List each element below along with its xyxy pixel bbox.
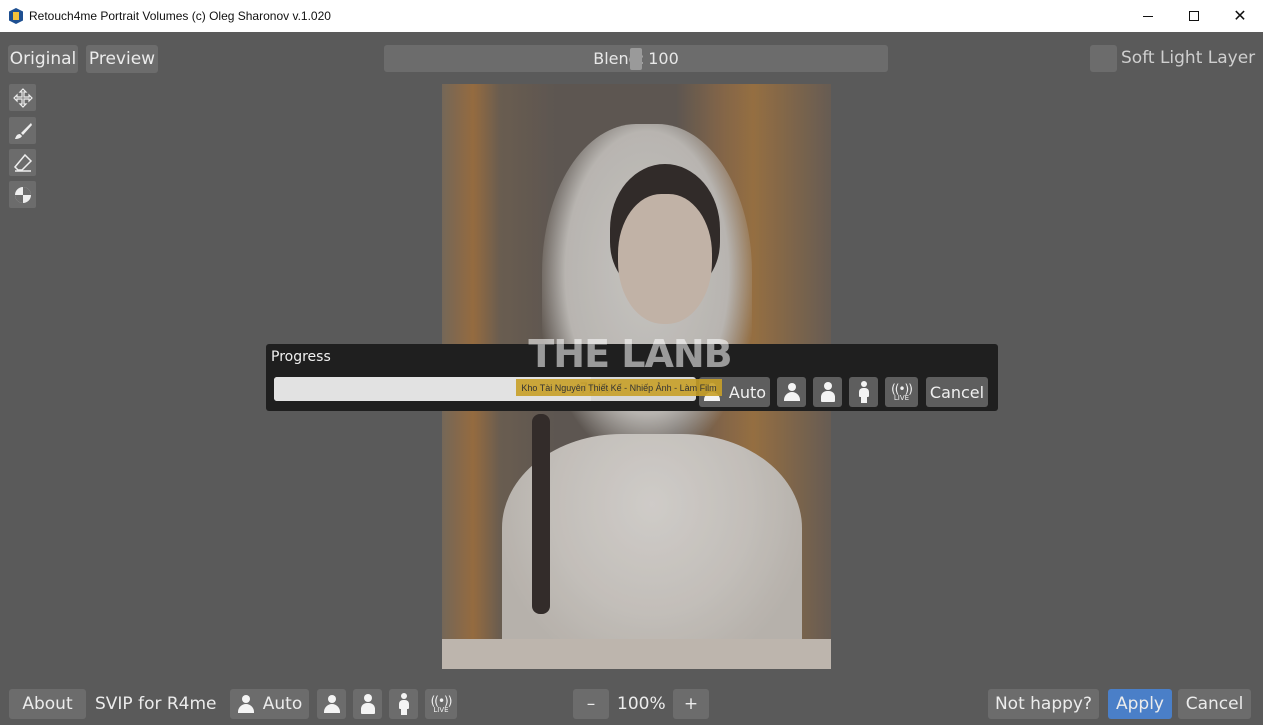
cancel-button[interactable]: Cancel [1178, 689, 1251, 719]
eraser-icon [13, 153, 32, 172]
minimize-button[interactable] [1125, 0, 1171, 32]
zoom-out-button[interactable]: – [573, 689, 609, 719]
close-icon: ✕ [1233, 8, 1247, 25]
zoom-in-button[interactable]: + [673, 689, 709, 719]
half-body-button[interactable] [353, 689, 382, 719]
full-body-icon [858, 381, 869, 403]
watermark-tagline: Kho Tài Nguyên Thiết Kế - Nhiếp Ảnh - Là… [516, 379, 722, 396]
original-button[interactable]: Original [8, 45, 78, 73]
svip-label: SVIP for R4me [95, 694, 217, 714]
preview-button[interactable]: Preview [86, 45, 158, 73]
mask-icon [14, 186, 31, 203]
progress-headshot-button[interactable] [777, 377, 806, 407]
title-bar: Retouch4me Portrait Volumes (c) Oleg Sha… [0, 0, 1263, 32]
live-icon: ((•)) LIVE [891, 381, 913, 402]
about-button[interactable]: About [9, 689, 86, 719]
mask-tool-button[interactable] [9, 181, 36, 208]
app-logo-icon [9, 8, 23, 24]
maximize-icon [1189, 11, 1199, 21]
window-controls: ✕ [1125, 0, 1263, 32]
progress-full-body-button[interactable] [849, 377, 878, 407]
maximize-button[interactable] [1171, 0, 1217, 32]
full-body-button[interactable] [389, 689, 418, 719]
progress-cancel-button[interactable]: Cancel [926, 377, 988, 407]
headshot-icon [323, 695, 341, 713]
progress-title: Progress [271, 349, 331, 365]
full-body-icon [398, 693, 409, 715]
brush-icon [14, 122, 32, 139]
eraser-tool-button[interactable] [9, 149, 36, 176]
auto-mode-button[interactable]: Auto [230, 689, 309, 719]
minimize-icon [1143, 15, 1153, 17]
apply-button[interactable]: Apply [1108, 689, 1172, 719]
zoom-level: 100% [617, 694, 666, 714]
window-title: Retouch4me Portrait Volumes (c) Oleg Sha… [29, 9, 331, 23]
progress-live-button[interactable]: ((•)) LIVE [885, 377, 918, 407]
headshot-icon [783, 383, 801, 401]
half-body-icon [820, 382, 835, 402]
brush-tool-button[interactable] [9, 117, 36, 144]
progress-auto-label: Auto [728, 382, 767, 402]
live-button[interactable]: ((•)) LIVE [425, 689, 457, 719]
live-icon: ((•)) LIVE [430, 693, 453, 714]
auto-mode-label: Auto [262, 694, 303, 714]
soft-light-label: Soft Light Layer [1121, 48, 1256, 68]
move-icon [12, 87, 33, 108]
soft-light-checkbox[interactable] [1090, 45, 1117, 72]
close-button[interactable]: ✕ [1217, 0, 1263, 32]
progress-half-body-button[interactable] [813, 377, 842, 407]
watermark-brand: THE LANB [528, 332, 732, 376]
move-tool-button[interactable] [9, 84, 36, 111]
headshot-button[interactable] [317, 689, 346, 719]
half-body-icon [360, 694, 375, 714]
not-happy-button[interactable]: Not happy? [988, 689, 1099, 719]
blend-value: 100 [648, 49, 679, 68]
portrait-icon [237, 695, 255, 713]
blend-slider-handle[interactable] [630, 48, 642, 70]
